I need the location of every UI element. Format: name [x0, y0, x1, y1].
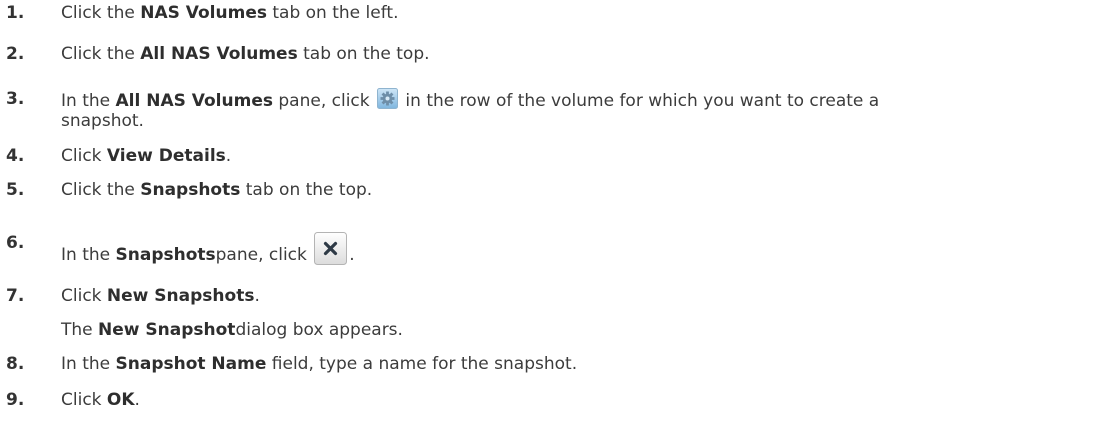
step-number: 1. — [6, 3, 25, 23]
ui-term: OK — [106, 390, 135, 410]
step-text: In the All NAS Volumes pane, click in th… — [61, 88, 1096, 112]
step-text: Click the All NAS Volumes tab on the top… — [61, 43, 1096, 65]
step-text-part: . — [349, 245, 355, 265]
step-text-part: Click the — [61, 44, 141, 64]
step-text-part: field, type a name for the snapshot. — [266, 354, 578, 374]
step-text-part: In the — [61, 354, 116, 374]
ui-term: New Snapshots — [106, 286, 255, 306]
step-text: The New Snapshotdialog box appears. — [61, 319, 1096, 341]
step-text: Click OK. — [61, 389, 1096, 411]
ui-term: New Snapshot — [98, 320, 236, 340]
step-text: In the Snapshotspane, click . — [61, 232, 1096, 266]
ui-term: Snapshot Name — [115, 354, 267, 374]
step-text: In the Snapshot Name field, type a name … — [61, 353, 1096, 375]
step-text: Click View Details. — [61, 145, 1096, 167]
step-text: Click New Snapshots. — [61, 285, 1096, 307]
step-number: 2. — [6, 44, 25, 64]
ui-term: Snapshots — [115, 245, 216, 265]
step-text-part: snapshot. — [61, 111, 144, 131]
step-text: Click the Snapshots tab on the top. — [61, 179, 1096, 201]
step-text-part: . — [134, 390, 140, 410]
step-text-part: In the — [61, 245, 116, 265]
step-text-part: Click — [61, 146, 107, 166]
ui-term: View Details — [106, 146, 226, 166]
step-text-part: dialog box appears. — [235, 320, 403, 340]
step-number: 3. — [6, 89, 25, 109]
step-number: 6. — [6, 233, 25, 253]
step-number: 7. — [6, 286, 25, 306]
step-number: 4. — [6, 146, 25, 166]
step-text-part: tab on the top. — [297, 44, 430, 64]
step-number: 8. — [6, 354, 25, 374]
step-text-part: pane, click — [215, 245, 313, 265]
step-text-part: . — [254, 286, 260, 306]
step-text-part: pane, click — [272, 91, 376, 111]
step-text-part: tab on the left. — [266, 3, 399, 23]
step-text-part: tab on the top. — [240, 180, 373, 200]
ui-term: All NAS Volumes — [115, 91, 273, 111]
step-text-part: Click the — [61, 180, 141, 200]
step-number: 9. — [6, 390, 25, 410]
close-icon — [314, 232, 348, 265]
step-number: 5. — [6, 180, 25, 200]
ui-term: All NAS Volumes — [140, 44, 298, 64]
step-text-part: In the — [61, 91, 116, 111]
step-text-part: Click — [61, 286, 107, 306]
step-text: Click the NAS Volumes tab on the left. — [61, 2, 1096, 24]
step-text-part: Click — [61, 390, 107, 410]
ui-term: NAS Volumes — [140, 3, 267, 23]
ui-term: Snapshots — [140, 180, 241, 200]
step-text-part: Click the — [61, 3, 141, 23]
step-text-part: . — [225, 146, 232, 166]
step-text-part: in the row of the volume for which you w… — [400, 91, 880, 111]
step-text-part: The — [61, 320, 99, 340]
gear-icon — [377, 88, 399, 109]
